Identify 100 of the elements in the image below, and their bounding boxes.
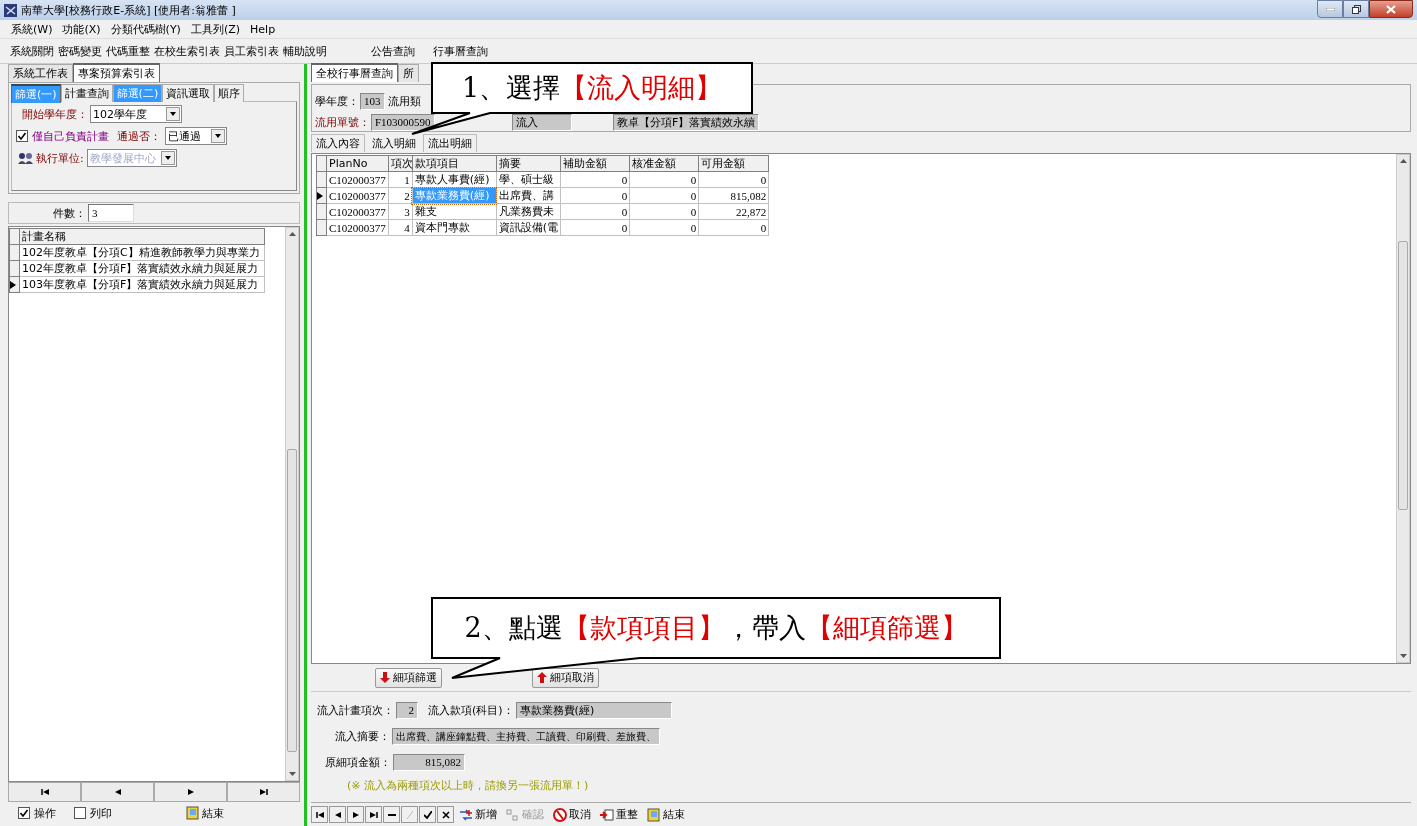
field-label: 流入摘要： — [335, 728, 390, 744]
plan-seq-field: 2 — [396, 701, 418, 719]
cancel-edit-button[interactable] — [437, 806, 454, 823]
toolbar-button[interactable]: 密碼變更 — [56, 43, 104, 59]
slash-icon — [405, 810, 414, 819]
toolbar-button[interactable]: 重整 — [596, 807, 642, 822]
post-button[interactable] — [419, 806, 436, 823]
menu-item[interactable]: 分類代碼樹(Y) — [105, 21, 186, 37]
field-label: 流用單號： — [315, 115, 370, 130]
toolbar-button[interactable]: 輔助說明 — [281, 43, 329, 59]
table-cell: 4 — [388, 219, 413, 236]
tab[interactable]: 專案預算索引表 — [73, 63, 160, 82]
scrollbar[interactable] — [1396, 154, 1410, 663]
scroll-thumb[interactable] — [1398, 241, 1408, 510]
step-back-icon — [333, 810, 342, 819]
amount-field: 815,082 — [393, 753, 465, 771]
note-text: (※ 流入為兩種項次以上時，請換另一張流用單！) — [346, 778, 590, 793]
tab[interactable]: 順序 — [214, 84, 245, 102]
skip-forward-icon — [259, 788, 268, 796]
toolbar-button[interactable]: 行事曆查詢 — [431, 43, 490, 59]
checkbox-label: 列印 — [90, 805, 112, 821]
table-cell: 資本門專款 — [412, 219, 497, 236]
step-back-icon — [113, 788, 122, 796]
table-cell: 學、碩士級 — [496, 171, 561, 188]
field-label: 件數： — [53, 205, 86, 221]
skip-back-icon — [315, 810, 324, 819]
close-icon — [1386, 4, 1396, 14]
table-cell: 0 — [698, 219, 769, 236]
toolbar-button[interactable]: 系統關閉 — [8, 43, 56, 59]
column-header: 款項項目 — [412, 155, 497, 172]
tab[interactable]: 全校行事曆查詢 — [311, 63, 398, 82]
checkbox[interactable] — [18, 807, 30, 819]
status-dropdown[interactable]: 已通過 — [165, 127, 227, 145]
filter-button[interactable]: 細項取消 — [532, 667, 599, 688]
field-label: 通過否： — [117, 128, 161, 144]
exit-button[interactable]: 結束 — [180, 804, 230, 822]
menu-item[interactable]: 系統(W) — [6, 21, 58, 37]
toolbar-button[interactable]: 員工索引表 — [222, 43, 281, 59]
summary-field: 出席費、講座鐘點費、主持費、工讀費、印刷費、差旅費、 — [392, 727, 660, 745]
tab[interactable]: 流入內容 — [311, 134, 365, 152]
menu-item[interactable]: Help — [245, 22, 281, 36]
current-row-icon — [317, 191, 323, 200]
maximize-button[interactable] — [1343, 0, 1369, 18]
table-cell: 103年度教卓【分項F】落實績效永續力與延展力 — [19, 276, 265, 293]
checkmark-icon — [423, 810, 432, 819]
table-cell: 0 — [629, 187, 699, 204]
skip-forward-icon — [369, 810, 378, 819]
column-header: PlanNo — [326, 155, 389, 172]
item-field: 專款業務費(經) — [515, 701, 672, 719]
step-forward-icon — [186, 788, 195, 796]
menu-item[interactable]: 工具列(Z) — [185, 21, 246, 37]
plan-field: 教卓【分項F】落實績效永續 — [613, 114, 760, 131]
field-label: 原細項金額： — [325, 754, 391, 770]
checkbox[interactable] — [74, 807, 86, 819]
toolbar-button[interactable]: 結束 — [643, 807, 689, 822]
window-title: 南華大學[校務行政E-系統] [使用者:翁雅蕾 ] — [21, 2, 237, 18]
scroll-thumb[interactable] — [287, 448, 297, 753]
checkbox[interactable] — [16, 130, 28, 142]
toolbar-button[interactable]: 取消 — [549, 807, 595, 822]
checkbox-label: 僅自己負責計畫 — [32, 128, 109, 144]
table-cell: 0 — [629, 219, 699, 236]
table-cell: 資訊設備(電 — [496, 219, 561, 236]
table-cell: C102000377 — [326, 203, 389, 220]
table-cell: 0 — [629, 203, 699, 220]
toolbar-button[interactable]: 新增 — [455, 807, 501, 822]
column-header: 可用金額 — [698, 155, 769, 172]
tab[interactable]: 流入明細 — [367, 133, 421, 152]
tab[interactable]: 流出明細 — [423, 134, 477, 152]
callout-text: 1、選擇【流入明細】 — [461, 73, 723, 103]
menu-item[interactable]: 功能(X) — [57, 21, 106, 37]
table-cell: 0 — [560, 219, 630, 236]
checkbox-label: 操作 — [34, 805, 56, 821]
scrollbar[interactable] — [285, 227, 299, 781]
close-button[interactable] — [1369, 0, 1413, 18]
tab[interactable]: 所 — [398, 64, 419, 82]
delete-button[interactable] — [383, 806, 400, 823]
field-label: 開始學年度： — [22, 106, 88, 122]
x-icon — [441, 810, 450, 819]
plus-arrows-icon — [459, 807, 473, 822]
first-record-button[interactable] — [311, 806, 328, 823]
toolbar-button[interactable]: 在校生索引表 — [152, 43, 222, 59]
field-label: 流用類 — [387, 94, 421, 109]
column-header: 補助金額 — [560, 155, 630, 172]
table-cell: 0 — [560, 187, 630, 204]
last-record-button[interactable] — [365, 806, 382, 823]
next-record-button[interactable] — [347, 806, 364, 823]
tab[interactable]: 系統工作表 — [8, 64, 73, 82]
toolbar-button[interactable]: 公告查詢 — [369, 43, 417, 59]
tab[interactable]: 計畫查詢 — [60, 84, 113, 102]
year-dropdown[interactable]: 102學年度 — [90, 105, 182, 123]
arrow-up-icon — [537, 672, 547, 683]
previous-record-button[interactable] — [329, 806, 346, 823]
filter-button[interactable]: 細項篩選 — [375, 667, 442, 688]
prohibit-icon — [553, 807, 567, 822]
tab[interactable]: 資訊選取 — [162, 84, 215, 102]
toolbar-button[interactable]: 代碼重整 — [104, 43, 152, 59]
table-cell: 雜支 — [412, 203, 497, 220]
count-field: 3 — [88, 204, 134, 222]
table-cell: 0 — [560, 203, 630, 220]
doc-number-field: F103000590 — [371, 114, 435, 131]
